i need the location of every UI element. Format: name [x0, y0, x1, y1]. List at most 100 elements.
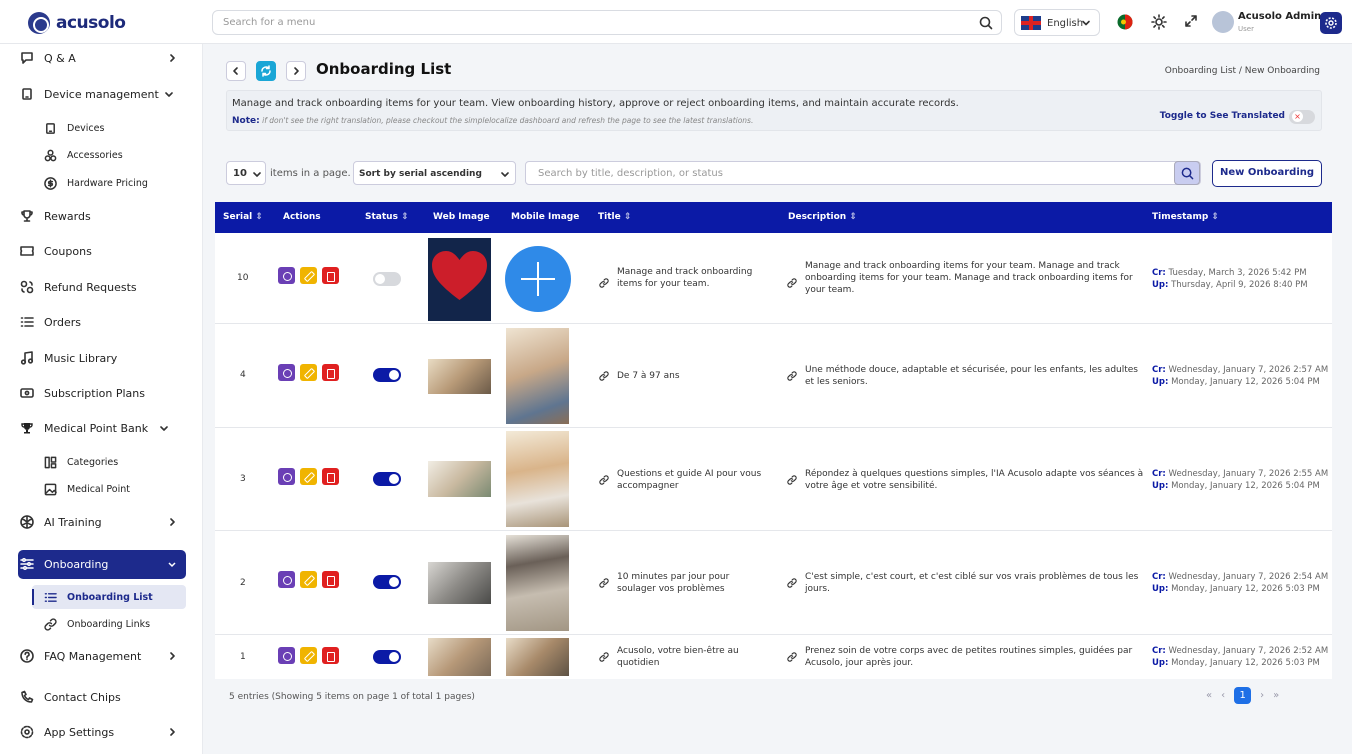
status-toggle[interactable]: [373, 472, 401, 486]
view-button[interactable]: [278, 267, 295, 284]
prev-page-button[interactable]: ‹: [1221, 690, 1225, 701]
status-toggle[interactable]: [373, 650, 401, 664]
sidebar-item-categories[interactable]: Categories: [44, 452, 118, 472]
sidebar-item-label: Devices: [67, 122, 105, 134]
items-per-page-select[interactable]: 10: [226, 161, 266, 185]
link-icon[interactable]: [787, 278, 797, 288]
sidebar-item-orders[interactable]: Orders: [20, 312, 81, 332]
sidebar-item-ai-training[interactable]: AI Training: [20, 512, 175, 532]
first-page-button[interactable]: «: [1206, 690, 1212, 701]
sidebar-item-faq-management[interactable]: FAQ Management: [20, 646, 175, 666]
chevron-right-icon: [170, 728, 175, 736]
sidebar-item-medical-point-bank[interactable]: Medical Point Bank: [20, 418, 168, 438]
toggle-translated-switch[interactable]: [1289, 110, 1315, 124]
last-page-button[interactable]: »: [1273, 690, 1279, 701]
web-image-heart[interactable]: [428, 238, 491, 321]
gear-icon: [1325, 17, 1337, 29]
logo[interactable]: acusolo: [28, 12, 126, 34]
menu-search-input[interactable]: Search for a menu: [212, 10, 1002, 35]
edit-button[interactable]: [300, 364, 317, 381]
edit-button[interactable]: [300, 571, 317, 588]
fullscreen-icon[interactable]: [1184, 14, 1198, 28]
search-icon[interactable]: [979, 16, 993, 30]
sidebar-item-onboarding-links[interactable]: Onboarding Links: [44, 614, 150, 634]
table-search-placeholder: Search by title, description, or status: [538, 168, 723, 179]
mobile-image-woman-phone[interactable]: [506, 431, 569, 527]
delete-button[interactable]: [322, 571, 339, 588]
table-search-input[interactable]: Search by title, description, or status: [525, 161, 1201, 185]
row-description: C'est simple, c'est court, et c'est cibl…: [805, 572, 1139, 594]
col-status[interactable]: Status ⇕: [365, 212, 409, 222]
sidebar-item-accessories[interactable]: Accessories: [44, 145, 123, 165]
link-icon[interactable]: [787, 652, 797, 662]
chevron-down-icon: [165, 92, 173, 97]
web-image-couch[interactable]: [428, 638, 491, 676]
table-row: 4 De 7 à 97 ans Une méthode douce, adapt…: [215, 324, 1332, 428]
status-toggle[interactable]: [373, 272, 401, 286]
sidebar-item-onboarding[interactable]: Onboarding: [20, 554, 176, 574]
edit-button[interactable]: [300, 267, 317, 284]
page-1-button[interactable]: 1: [1234, 687, 1252, 704]
web-image-family[interactable]: [428, 359, 491, 394]
language-select[interactable]: English: [1014, 9, 1100, 36]
mobile-image-couch[interactable]: [506, 638, 569, 676]
sidebar-item-coupons[interactable]: Coupons: [20, 241, 92, 261]
sidebar-item-onboarding-list[interactable]: Onboarding List: [44, 587, 153, 607]
link-icon[interactable]: [787, 371, 797, 381]
refresh-button[interactable]: [256, 61, 276, 81]
sidebar-item-medical-point[interactable]: Medical Point: [44, 479, 130, 499]
view-button[interactable]: [278, 647, 295, 664]
sidebar-item-subscription-plans[interactable]: Subscription Plans: [20, 383, 145, 403]
edit-button[interactable]: [300, 468, 317, 485]
view-button[interactable]: [278, 468, 295, 485]
row-serial: 1: [240, 652, 246, 662]
mobile-image-family[interactable]: [506, 328, 569, 424]
sidebar-item-app-settings[interactable]: App Settings: [20, 722, 175, 742]
status-toggle[interactable]: [373, 368, 401, 382]
mobile-image-phone-room[interactable]: [506, 535, 569, 631]
sidebar-item-devices[interactable]: Devices: [44, 118, 104, 138]
next-page-button[interactable]: ›: [1260, 690, 1264, 701]
link-icon[interactable]: [787, 475, 797, 485]
link-icon[interactable]: [787, 578, 797, 588]
sidebar-item-music-library[interactable]: Music Library: [20, 348, 117, 368]
link-icon[interactable]: [599, 652, 609, 662]
sidebar-item-hardware-pricing[interactable]: Hardware Pricing: [44, 173, 148, 193]
portugal-flag-icon[interactable]: [1117, 14, 1133, 30]
delete-button[interactable]: [322, 647, 339, 664]
sun-icon[interactable]: [1151, 14, 1167, 30]
view-button[interactable]: [278, 364, 295, 381]
delete-button[interactable]: [322, 468, 339, 485]
delete-button[interactable]: [322, 364, 339, 381]
sidebar-item-contact-chips[interactable]: Contact Chips: [20, 687, 121, 707]
link-icon[interactable]: [599, 278, 609, 288]
mobile-image-plus[interactable]: [505, 246, 571, 312]
link-icon[interactable]: [599, 475, 609, 485]
row-timestamp: Cr: Wednesday, January 7, 2026 2:52 AM Up…: [1152, 646, 1329, 668]
sidebar-item-label: Contact Chips: [44, 690, 121, 704]
sidebar-item-device-management[interactable]: Device management: [20, 84, 173, 104]
sort-select[interactable]: Sort by serial ascending: [353, 161, 516, 185]
chevron-right-icon: [170, 652, 175, 660]
sidebar-item-refund-requests[interactable]: Refund Requests: [20, 277, 137, 297]
forward-button[interactable]: [286, 61, 306, 81]
sidebar-item-rewards[interactable]: Rewards: [20, 206, 91, 226]
link-icon[interactable]: [599, 371, 609, 381]
settings-button[interactable]: [1320, 12, 1342, 34]
link-icon[interactable]: [599, 578, 609, 588]
col-serial[interactable]: Serial ⇕: [223, 212, 263, 222]
edit-button[interactable]: [300, 647, 317, 664]
status-toggle[interactable]: [373, 575, 401, 589]
col-title[interactable]: Title ⇕: [598, 212, 631, 222]
view-button[interactable]: [278, 571, 295, 588]
col-timestamp[interactable]: Timestamp ⇕: [1152, 212, 1219, 222]
breadcrumb[interactable]: Onboarding List / New Onboarding: [1165, 66, 1320, 76]
web-image-woman-phone[interactable]: [428, 461, 491, 497]
sidebar-item-qa[interactable]: Q & A: [20, 48, 175, 68]
col-description[interactable]: Description ⇕: [788, 212, 857, 222]
back-button[interactable]: [226, 61, 246, 81]
web-image-tv-room[interactable]: [428, 562, 491, 604]
delete-button[interactable]: [322, 267, 339, 284]
new-onboarding-button[interactable]: New Onboarding: [1212, 160, 1322, 187]
table-search-button[interactable]: [1174, 161, 1200, 185]
